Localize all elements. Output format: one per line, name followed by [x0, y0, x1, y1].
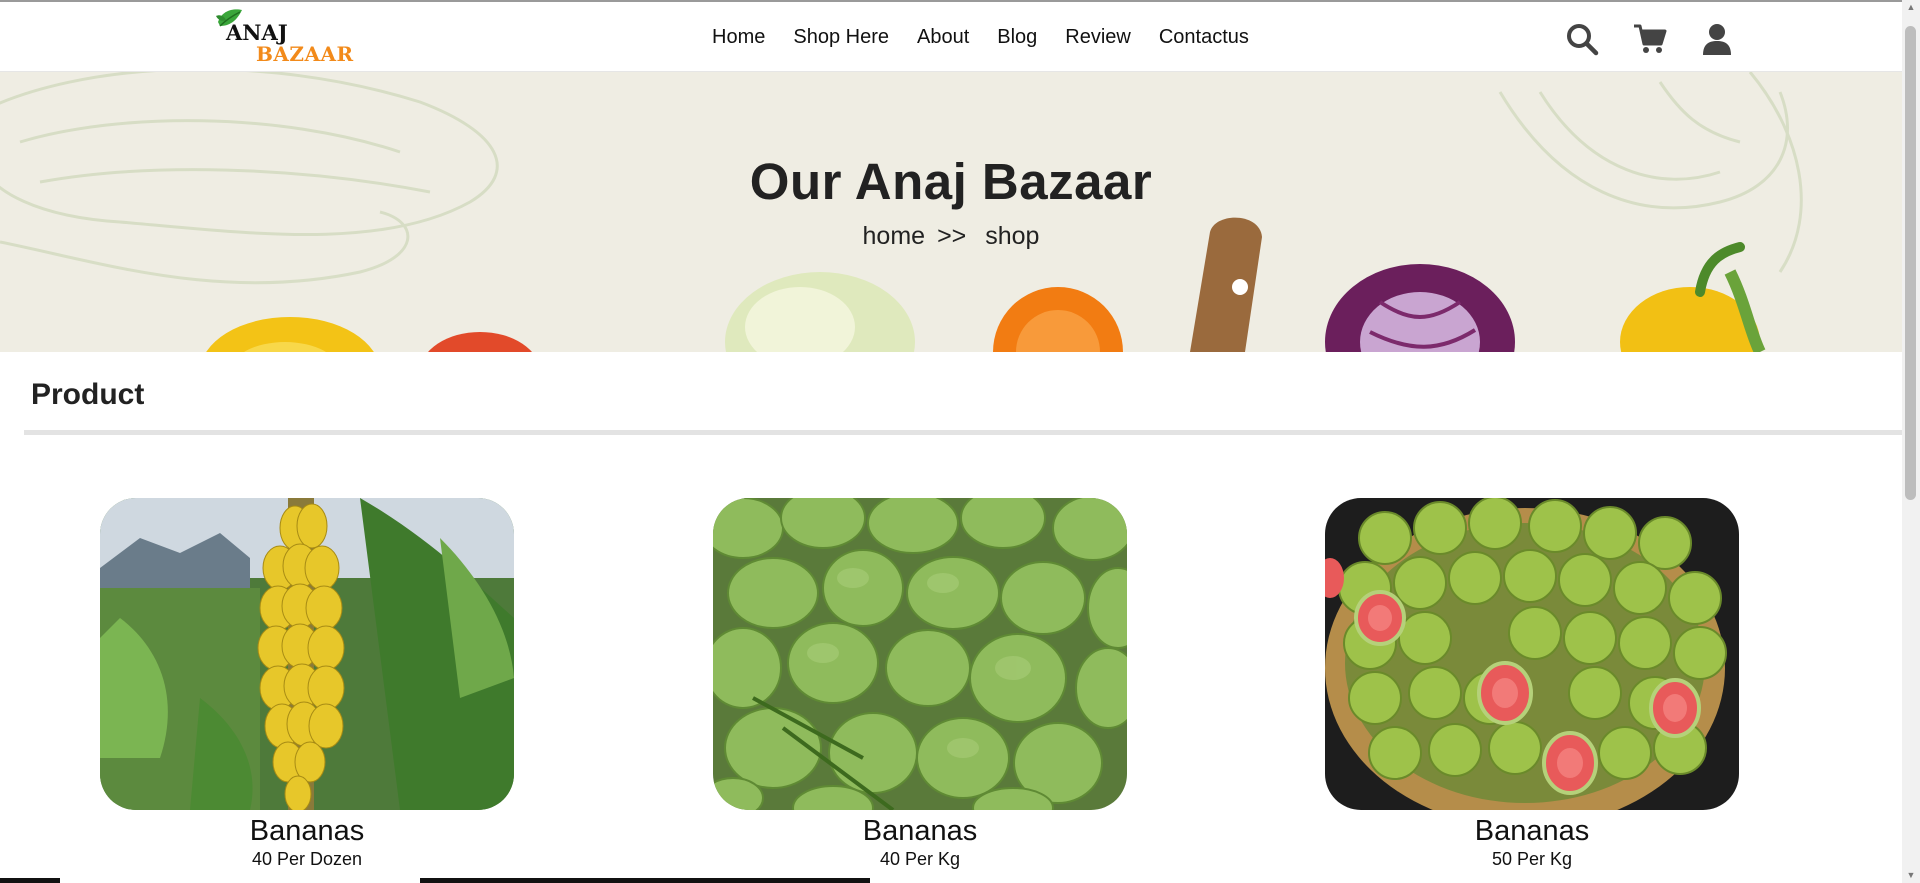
scroll-down-arrow-icon[interactable]: ▼ — [1905, 870, 1917, 880]
product-price: 50 Per Kg — [1491, 849, 1573, 869]
product-card[interactable]: Bananas 40 Per Kg — [713, 498, 1127, 870]
user-icon[interactable] — [1700, 22, 1734, 56]
site-header: ANAJ BAZAAR Home Shop Here About Blog Re… — [0, 2, 1902, 72]
nav-blog[interactable]: Blog — [997, 25, 1037, 49]
product-card[interactable]: Bananas 40 Per Dozen — [100, 498, 514, 870]
nav-about[interactable]: About — [917, 25, 969, 49]
product-price: 40 Per Dozen — [251, 849, 363, 869]
main-nav: Home Shop Here About Blog Review Contact… — [712, 25, 1277, 49]
scrollbar-thumb[interactable] — [1905, 26, 1916, 500]
breadcrumb-separator: >> — [937, 222, 967, 250]
product-name: Bananas — [1474, 815, 1590, 847]
search-icon[interactable] — [1565, 22, 1599, 56]
section-divider — [24, 430, 1902, 435]
nav-shop-here[interactable]: Shop Here — [793, 25, 889, 49]
product-name: Bananas — [249, 815, 365, 847]
product-image-guavas[interactable] — [1325, 498, 1739, 810]
banner-illustration — [0, 72, 1803, 352]
product-image-bananas[interactable] — [100, 498, 514, 810]
product-price: 40 Per Kg — [879, 849, 961, 869]
product-card[interactable]: Bananas 50 Per Kg — [1325, 498, 1739, 870]
product-name: Bananas — [862, 815, 978, 847]
page-title: Our Anaj Bazaar — [749, 153, 1153, 210]
bottom-edge — [0, 878, 1902, 883]
nav-review[interactable]: Review — [1065, 25, 1131, 49]
cart-icon[interactable] — [1633, 22, 1667, 56]
product-image-mangoes[interactable] — [713, 498, 1127, 810]
nav-contactus[interactable]: Contactus — [1159, 25, 1249, 49]
scroll-up-arrow-icon[interactable]: ▲ — [1905, 2, 1917, 12]
logo[interactable]: ANAJ BAZAAR — [214, 8, 364, 66]
bottom-edge-mark — [420, 878, 870, 883]
nav-home[interactable]: Home — [712, 25, 765, 49]
logo-text-bazaar: BAZAAR — [256, 42, 354, 66]
section-title: Product — [31, 378, 145, 411]
hero-banner: Our Anaj Bazaar home >> shop — [0, 72, 1902, 352]
breadcrumb: home >> shop — [0, 222, 1902, 251]
bottom-edge-mark — [0, 878, 60, 883]
breadcrumb-home[interactable]: home — [863, 222, 926, 250]
breadcrumb-current: shop — [985, 222, 1040, 250]
